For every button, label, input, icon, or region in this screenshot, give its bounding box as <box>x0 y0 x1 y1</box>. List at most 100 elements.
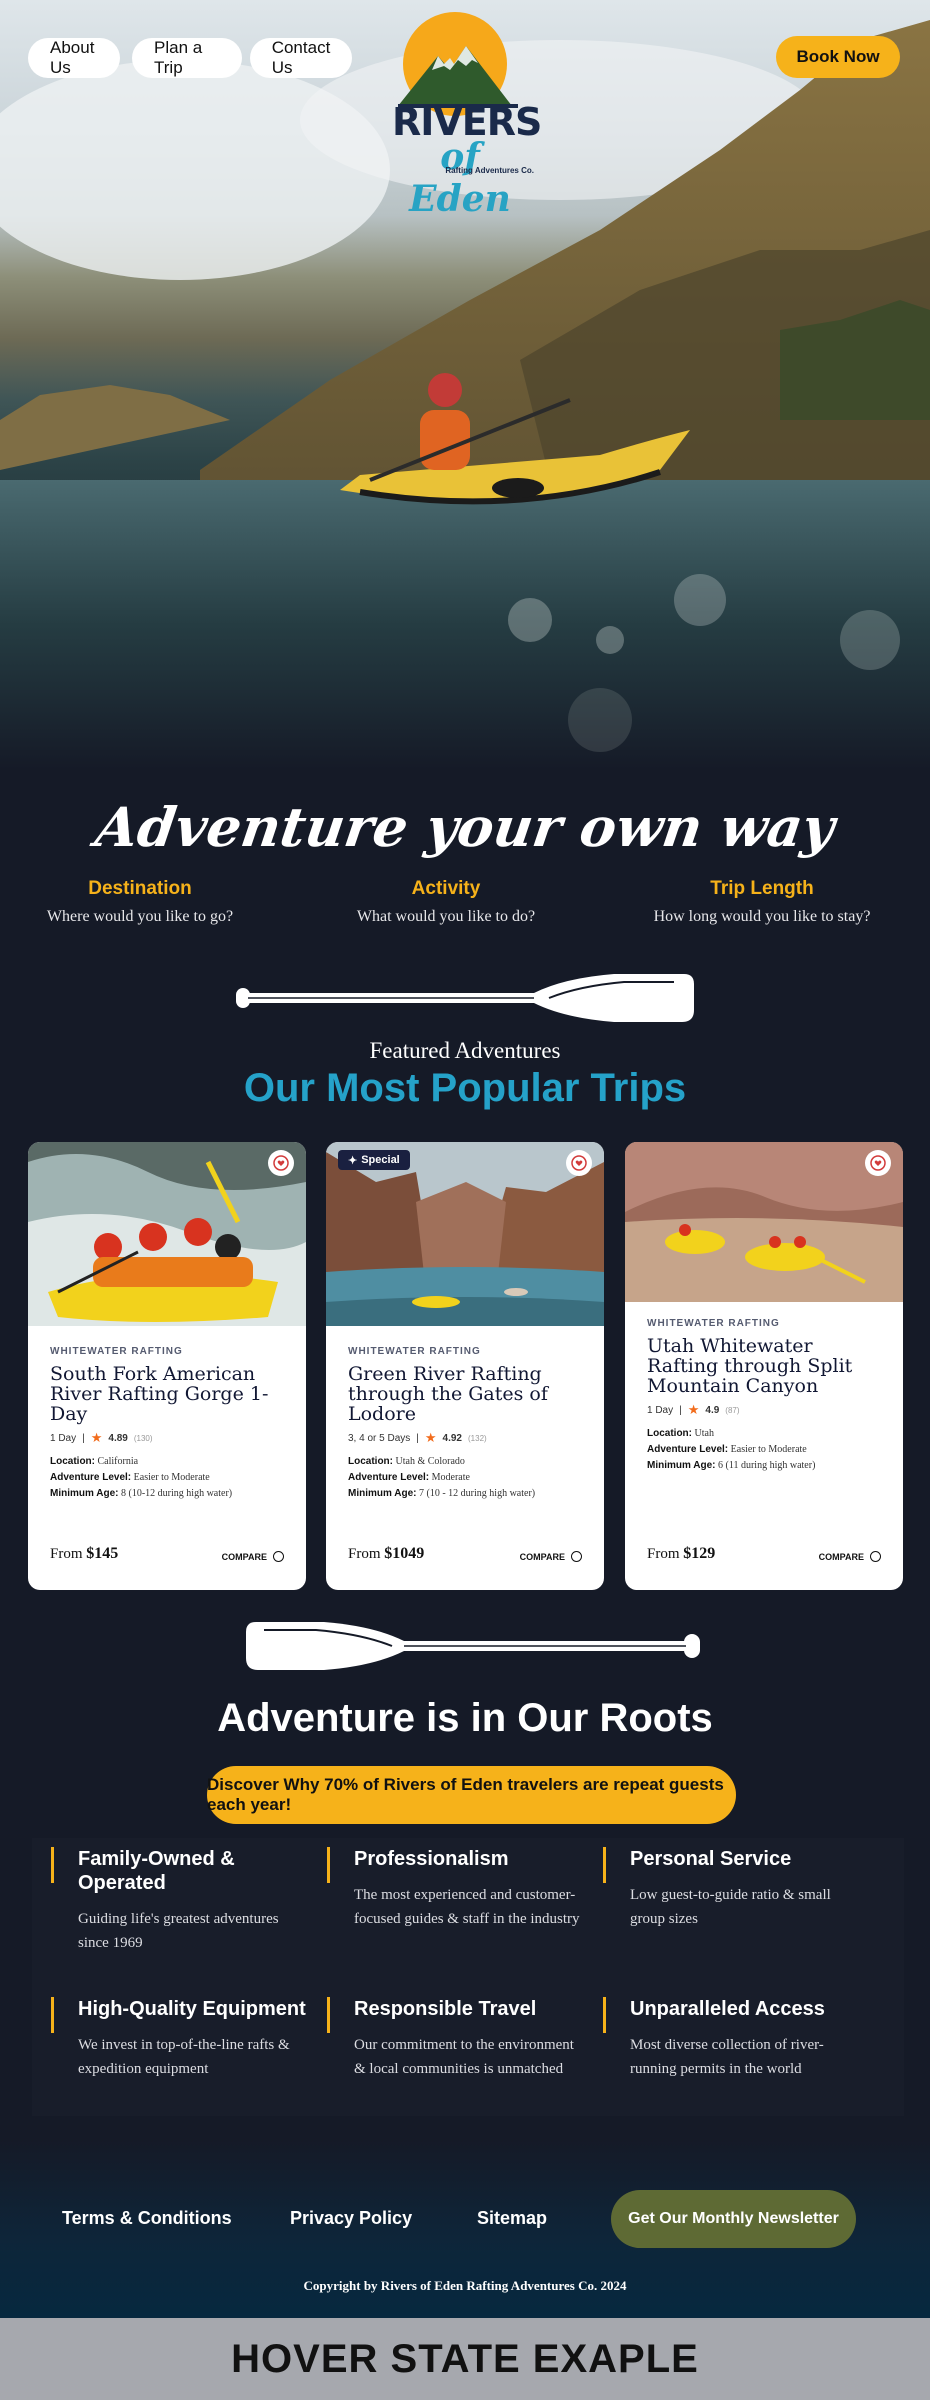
filter-destination[interactable]: Destination Where would you like to go? <box>0 878 290 926</box>
nav-contact[interactable]: Contact Us <box>250 38 352 78</box>
value-description: The most experienced and customer-focuse… <box>354 1887 580 1927</box>
filter-destination-title: Destination <box>88 878 192 899</box>
trip-name[interactable]: Utah Whitewater Rafting through Split Mo… <box>647 1336 887 1396</box>
roots-heading: Adventure is in Our Roots <box>217 1696 713 1740</box>
trip-location: Utah <box>694 1428 714 1439</box>
favorite-button[interactable] <box>268 1150 294 1176</box>
location-label: Location: <box>647 1428 692 1439</box>
trip-card[interactable]: WHITEWATER RAFTING Utah Whitewater Rafti… <box>625 1142 903 1590</box>
featured-kicker: Featured Adventures <box>369 1038 561 1063</box>
trip-photo <box>625 1142 903 1302</box>
value-family-owned: Family-Owned & Operated Guiding life's g… <box>51 1847 307 1951</box>
value-title: Family-Owned & Operated <box>78 1848 235 1894</box>
trip-location: Utah & Colorado <box>395 1456 465 1467</box>
footer-sitemap-link[interactable]: Sitemap <box>477 2208 547 2229</box>
filter-trip-length[interactable]: Trip Length How long would you like to s… <box>612 878 912 926</box>
value-description: We invest in top-of-the-line rafts & exp… <box>78 2037 290 2077</box>
price-prefix: From <box>50 1546 83 1562</box>
trip-duration: 1 Day <box>647 1404 674 1416</box>
trip-card[interactable]: WHITEWATER RAFTING South Fork American R… <box>28 1142 306 1590</box>
value-professionalism: Professionalism The most experienced and… <box>327 1847 583 1927</box>
nav-plan-trip[interactable]: Plan a Trip <box>132 38 242 78</box>
value-title: Personal Service <box>630 1848 792 1870</box>
star-icon: ★ <box>424 1430 437 1445</box>
hover-state-banner: HOVER STATE EXAPLE <box>0 2318 930 2400</box>
meta-divider: | <box>416 1432 419 1444</box>
value-access: Unparalleled Access Most diverse collect… <box>603 1997 859 2077</box>
age-label: Minimum Age: <box>647 1460 716 1471</box>
hero-banner: About Us Plan a Trip Contact Us Book Now… <box>0 0 930 770</box>
meta-divider: | <box>82 1432 85 1444</box>
popular-heading: Our Most Popular Trips <box>243 1066 687 1110</box>
value-description: Low guest-to-guide ratio & small group s… <box>630 1887 831 1927</box>
paddle-icon <box>236 974 694 1022</box>
value-equipment: High-Quality Equipment We invest in top-… <box>51 1997 307 2077</box>
special-label: Special <box>361 1154 400 1166</box>
trip-meta: 1 Day | ★ 4.9 (87) <box>647 1402 740 1418</box>
trip-rating: 4.89 <box>108 1432 128 1444</box>
compare-toggle[interactable]: COMPARE <box>520 1551 582 1562</box>
trip-price: From $145 <box>50 1545 118 1563</box>
trip-details: Location: Utah Adventure Level: Easier t… <box>647 1426 815 1474</box>
special-badge: ✦ Special <box>338 1150 410 1170</box>
trip-meta: 1 Day | ★ 4.89 (130) <box>50 1430 153 1446</box>
value-description: Most diverse collection of river-running… <box>630 2037 824 2077</box>
trip-location: California <box>97 1456 139 1467</box>
trip-name[interactable]: Green River Rafting through the Gates of… <box>348 1364 588 1424</box>
adventure-tagline: Adventure your own way <box>91 795 839 859</box>
sparkle-icon: ✦ <box>348 1154 358 1167</box>
trip-reviews: (130) <box>133 1433 153 1443</box>
newsletter-button[interactable]: Get Our Monthly Newsletter <box>611 2190 856 2248</box>
value-responsible-travel: Responsible Travel Our commitment to the… <box>327 1997 583 2077</box>
book-now-button[interactable]: Book Now <box>776 36 900 78</box>
discover-button[interactable]: Discover Why 70% of Rivers of Eden trave… <box>207 1766 736 1824</box>
compare-checkbox[interactable] <box>273 1551 284 1562</box>
trip-meta: 3, 4 or 5 Days | ★ 4.92 (132) <box>348 1430 487 1446</box>
location-label: Location: <box>348 1456 393 1467</box>
trip-min-age: 8 (10-12 during high water) <box>121 1488 233 1499</box>
price-value: $1049 <box>384 1545 425 1562</box>
site-logo[interactable]: RIVERS of Eden Rafting Adventures Co. <box>388 8 542 220</box>
trip-duration: 1 Day <box>50 1432 77 1444</box>
nav-about[interactable]: About Us <box>28 38 120 78</box>
paddle-icon <box>246 1622 700 1670</box>
filter-activity[interactable]: Activity What would you like to do? <box>296 878 596 926</box>
heart-badge-icon <box>870 1155 886 1171</box>
trip-min-age: 6 (11 during high water) <box>718 1460 816 1471</box>
age-label: Minimum Age: <box>50 1488 119 1499</box>
trip-rating: 4.92 <box>442 1432 462 1444</box>
price-value: $129 <box>683 1545 716 1562</box>
compare-label: COMPARE <box>818 1551 864 1562</box>
trip-card[interactable]: ✦ Special WHITEWATER RAFTING Green River… <box>326 1142 604 1590</box>
trip-details: Location: California Adventure Level: Ea… <box>50 1454 232 1502</box>
footer-privacy-link[interactable]: Privacy Policy <box>290 2208 412 2229</box>
filter-trip-length-prompt: How long would you like to stay? <box>653 908 871 925</box>
compare-checkbox[interactable] <box>870 1551 881 1562</box>
star-icon: ★ <box>687 1402 700 1417</box>
compare-toggle[interactable]: COMPARE <box>222 1551 284 1562</box>
trip-price: From $1049 <box>348 1545 424 1563</box>
filter-activity-title: Activity <box>411 878 481 899</box>
level-label: Adventure Level: <box>647 1444 729 1455</box>
trip-photo <box>28 1142 306 1326</box>
heart-badge-icon <box>273 1155 289 1171</box>
trip-details: Location: Utah & Colorado Adventure Leve… <box>348 1454 535 1502</box>
price-value: $145 <box>86 1545 119 1562</box>
compare-label: COMPARE <box>221 1551 267 1562</box>
compare-checkbox[interactable] <box>571 1551 582 1562</box>
compare-toggle[interactable]: COMPARE <box>819 1551 881 1562</box>
trip-name[interactable]: South Fork American River Rafting Gorge … <box>50 1364 290 1424</box>
favorite-button[interactable] <box>566 1150 592 1176</box>
location-label: Location: <box>50 1456 95 1467</box>
trip-category: WHITEWATER RAFTING <box>348 1346 481 1357</box>
level-label: Adventure Level: <box>348 1472 430 1483</box>
value-title: High-Quality Equipment <box>78 1998 306 2020</box>
logo-subtitle: of Eden <box>409 136 511 220</box>
age-label: Minimum Age: <box>348 1488 417 1499</box>
trip-min-age: 7 (10 - 12 during high water) <box>419 1488 536 1499</box>
value-title: Professionalism <box>354 1848 509 1870</box>
favorite-button[interactable] <box>865 1150 891 1176</box>
heart-badge-icon <box>571 1155 587 1171</box>
trip-reviews: (132) <box>468 1433 487 1443</box>
footer-terms-link[interactable]: Terms & Conditions <box>62 2208 232 2229</box>
